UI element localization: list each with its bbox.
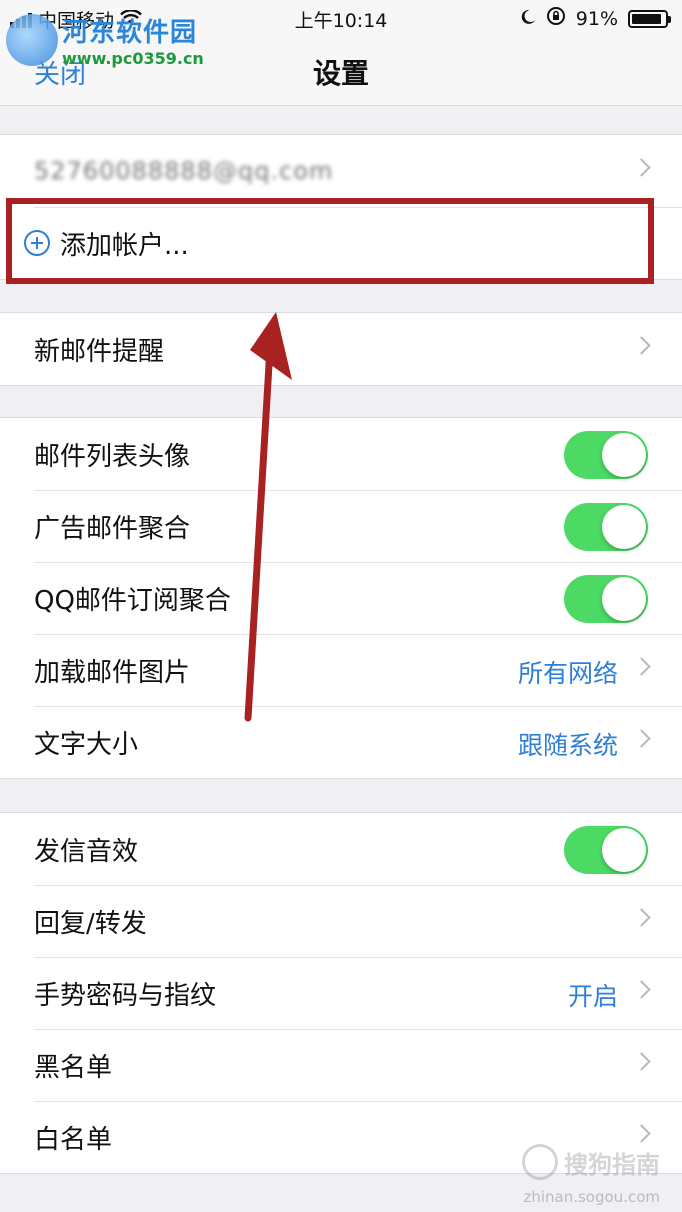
- ad-merge-label: 广告邮件聚合: [34, 513, 191, 544]
- chevron-right-icon: [632, 980, 651, 999]
- avatar-label: 邮件列表头像: [34, 441, 191, 472]
- moon-icon: [520, 8, 536, 30]
- qq-subscription-toggle[interactable]: [564, 575, 648, 623]
- qq-subscription-row: QQ邮件订阅聚合: [0, 562, 682, 634]
- load-images-label: 加载邮件图片: [34, 657, 191, 688]
- watermark-url: www.pc0359.cn: [62, 49, 204, 68]
- reply-forward-row[interactable]: 回复/转发: [0, 885, 682, 957]
- reply-forward-label: 回复/转发: [34, 908, 147, 939]
- sogou-name: 搜狗指南: [564, 1150, 660, 1179]
- site-watermark: 河东软件园 www.pc0359.cn: [6, 12, 204, 68]
- sogou-url: zhinan.sogou.com: [523, 1188, 660, 1206]
- rotation-lock-icon: [546, 6, 566, 31]
- display-group: 邮件列表头像 广告邮件聚合 QQ邮件订阅聚合 加载邮件图片 所有网络 文字大小 …: [0, 417, 682, 779]
- chevron-right-icon: [632, 1124, 651, 1143]
- sogou-logo-icon: [522, 1144, 558, 1180]
- send-sound-label: 发信音效: [34, 836, 139, 867]
- gesture-password-value: 开启: [567, 982, 618, 1011]
- font-size-value: 跟随系统: [517, 731, 618, 760]
- avatar-row: 邮件列表头像: [0, 418, 682, 490]
- chevron-right-icon: [632, 657, 651, 676]
- send-sound-toggle[interactable]: [564, 826, 648, 874]
- ad-merge-toggle[interactable]: [564, 503, 648, 551]
- qq-subscription-label: QQ邮件订阅聚合: [34, 585, 231, 616]
- status-right: 91%: [520, 6, 671, 31]
- load-images-value: 所有网络: [517, 659, 618, 688]
- misc-group: 发信音效 回复/转发 手势密码与指纹 开启 黑名单 白名单: [0, 812, 682, 1174]
- chevron-right-icon: [632, 908, 651, 927]
- chevron-right-icon: [632, 729, 651, 748]
- sogou-watermark: 搜狗指南: [522, 1144, 660, 1180]
- watermark-title: 河东软件园: [62, 18, 198, 48]
- font-size-label: 文字大小: [34, 729, 139, 760]
- blacklist-row[interactable]: 黑名单: [0, 1029, 682, 1101]
- chevron-right-icon: [632, 158, 651, 177]
- gesture-password-label: 手势密码与指纹: [34, 980, 217, 1011]
- account-row[interactable]: 52760088888@qq.com: [0, 135, 682, 207]
- new-mail-alert-label: 新邮件提醒: [34, 336, 165, 367]
- ad-merge-row: 广告邮件聚合: [0, 490, 682, 562]
- new-mail-alert-row[interactable]: 新邮件提醒: [0, 313, 682, 385]
- chevron-right-icon: [632, 1052, 651, 1071]
- gesture-password-row[interactable]: 手势密码与指纹 开启: [0, 957, 682, 1029]
- chevron-right-icon: [632, 336, 651, 355]
- account-email: 52760088888@qq.com: [34, 157, 334, 185]
- load-images-row[interactable]: 加载邮件图片 所有网络: [0, 634, 682, 706]
- battery-percent: 91%: [575, 7, 618, 30]
- whitelist-label: 白名单: [34, 1124, 113, 1155]
- battery-icon: [628, 9, 671, 28]
- send-sound-row: 发信音效: [0, 813, 682, 885]
- notify-group: 新邮件提醒: [0, 312, 682, 386]
- blacklist-label: 黑名单: [34, 1052, 113, 1083]
- avatar-toggle[interactable]: [564, 431, 648, 479]
- watermark-logo-icon: [6, 14, 58, 66]
- highlight-box: [6, 198, 654, 284]
- font-size-row[interactable]: 文字大小 跟随系统: [0, 706, 682, 778]
